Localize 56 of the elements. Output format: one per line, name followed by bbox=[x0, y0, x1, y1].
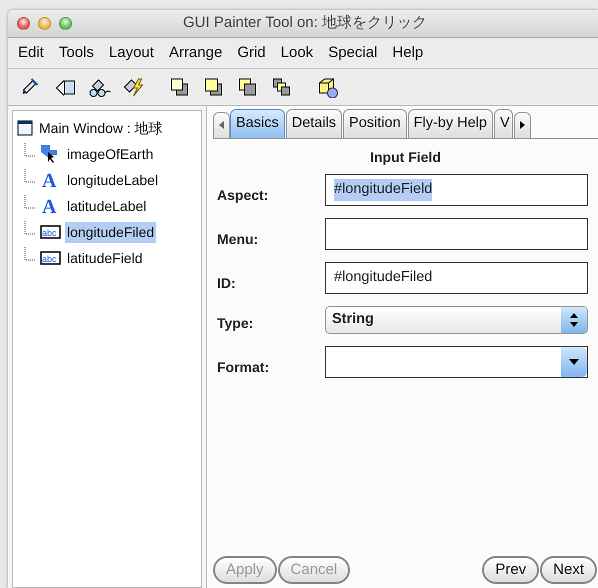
input-field[interactable]: #longitudeFiled bbox=[325, 262, 588, 294]
left-triangle-icon bbox=[219, 121, 224, 130]
field-value: #longitudeFiled bbox=[334, 268, 432, 288]
zoom-button[interactable] bbox=[59, 17, 72, 30]
leader-line bbox=[24, 221, 36, 234]
lightning-icon[interactable] bbox=[122, 76, 146, 98]
section-title: Input Field bbox=[369, 148, 442, 167]
tree-item[interactable]: latitudeField bbox=[65, 248, 144, 268]
leader-line bbox=[24, 169, 36, 182]
tab[interactable]: Fly-by Help bbox=[408, 109, 493, 138]
menu-item[interactable]: Special bbox=[322, 42, 386, 64]
menu-item[interactable]: Layout bbox=[102, 42, 163, 64]
tree-item[interactable]: longitudeFiled bbox=[65, 222, 156, 242]
menu-item[interactable]: Tools bbox=[52, 42, 103, 64]
stepper-arrows-icon bbox=[570, 313, 578, 327]
cube-icon[interactable] bbox=[316, 76, 340, 98]
field-label: Aspect: bbox=[217, 186, 270, 205]
letter-icon: A bbox=[42, 170, 56, 191]
action-button[interactable]: Prev bbox=[482, 556, 540, 584]
window-title: GUI Painter Tool on: 地球をクリック bbox=[182, 13, 428, 34]
field-label: Menu: bbox=[217, 230, 260, 249]
tab[interactable]: Basics bbox=[230, 109, 285, 138]
tree-item[interactable]: latitudeLabel bbox=[65, 196, 148, 216]
combo-box[interactable] bbox=[325, 346, 588, 378]
menu-item[interactable]: Grid bbox=[231, 42, 275, 64]
text-field-icon: abc bbox=[40, 225, 61, 239]
tab[interactable]: Position bbox=[343, 109, 407, 138]
popup-menu[interactable]: String bbox=[325, 306, 588, 334]
menu-item[interactable]: Arrange bbox=[162, 42, 232, 64]
tree-item[interactable]: Main Window : 地球 bbox=[37, 118, 165, 138]
field-label: Format: bbox=[217, 358, 270, 377]
dropdown-arrow-icon bbox=[569, 359, 579, 365]
letter-icon: A bbox=[42, 196, 56, 217]
menu-item[interactable]: Look bbox=[274, 42, 322, 64]
input-field[interactable] bbox=[325, 218, 588, 250]
right-triangle-icon bbox=[520, 121, 525, 130]
close-button[interactable] bbox=[17, 17, 30, 30]
action-button[interactable]: Next bbox=[540, 556, 597, 584]
tree-item[interactable]: imageOfEarth bbox=[65, 144, 156, 164]
menu-item[interactable]: Edit bbox=[12, 42, 53, 64]
text-field-icon: abc bbox=[40, 251, 61, 265]
leader-line bbox=[24, 143, 36, 156]
leader-line bbox=[24, 247, 36, 260]
scroll-right-button[interactable] bbox=[514, 112, 531, 138]
field-label: ID: bbox=[217, 274, 237, 293]
shape-pointer-icon bbox=[41, 145, 57, 163]
field-value: #longitudeField bbox=[334, 179, 432, 201]
window-icon bbox=[17, 120, 33, 136]
input-field[interactable]: #longitudeField bbox=[325, 174, 588, 206]
scroll-left-button[interactable] bbox=[213, 112, 230, 138]
tab[interactable]: Details bbox=[286, 109, 342, 138]
tree-item[interactable]: longitudeLabel bbox=[65, 170, 160, 190]
menu-item[interactable]: Help bbox=[386, 42, 432, 64]
field-label: Type: bbox=[217, 314, 254, 333]
leader-line bbox=[24, 195, 36, 208]
tab[interactable]: V bbox=[494, 109, 513, 138]
